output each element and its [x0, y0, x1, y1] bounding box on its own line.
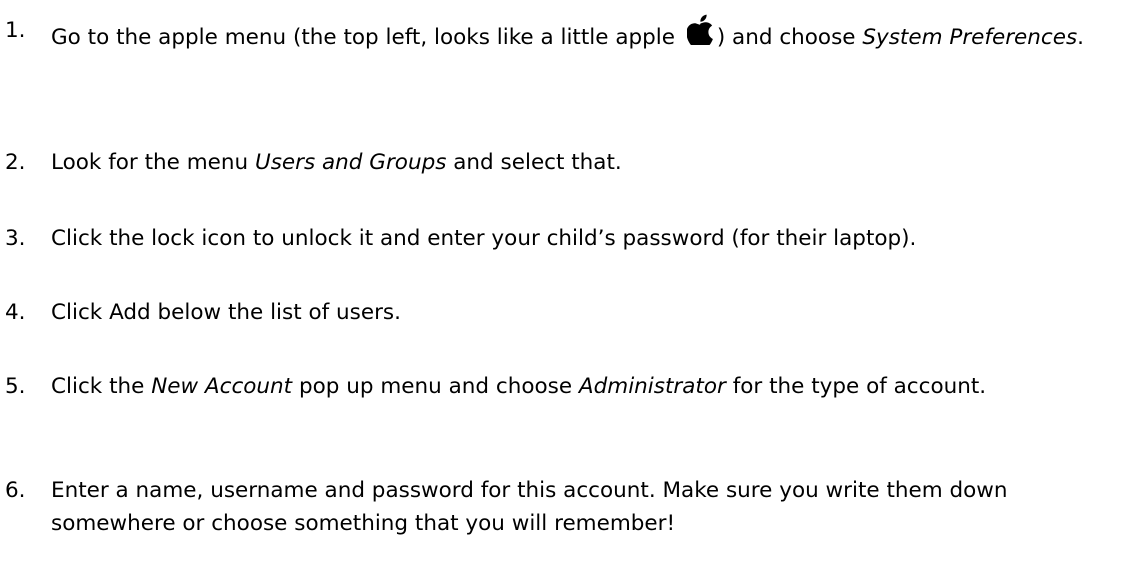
step-text: Click the New Account pop up menu and ch… — [51, 370, 1136, 403]
step-number: 2. — [5, 150, 26, 175]
step-text: Enter a name, username and password for … — [51, 478, 1008, 536]
step-text-part: pop up menu and choose — [292, 374, 579, 399]
step-number: 3. — [5, 226, 26, 251]
step-text: Click Add below the list of users. — [51, 300, 401, 325]
step-text: Go to the apple menu (the top left, look… — [51, 14, 1136, 54]
menu-item-name: Administrator — [578, 374, 726, 399]
step-number: 4. — [5, 300, 26, 325]
step-text-part: for the type of account. — [725, 374, 987, 399]
menu-item-name: Users and Groups — [254, 150, 447, 175]
step-text-part: Look for the menu — [51, 150, 255, 175]
step-text-part: Click the — [51, 374, 152, 399]
step-text-part: . — [1077, 25, 1084, 50]
step-text-part: ) and choose — [716, 25, 863, 50]
step-text-part: and select that. — [446, 150, 622, 175]
step-number: 6. — [5, 478, 26, 503]
step-number: 5. — [5, 374, 26, 399]
menu-item-name: System Preferences — [862, 25, 1078, 50]
step-number: 1. — [5, 18, 26, 43]
menu-item-name: New Account — [151, 374, 293, 399]
apple-logo-icon — [686, 14, 714, 45]
step-text: Look for the menu Users and Groups and s… — [51, 146, 1136, 179]
step-text: Click the lock icon to unlock it and ent… — [51, 226, 917, 251]
step-text-part: Go to the apple menu (the top left, look… — [51, 25, 682, 50]
